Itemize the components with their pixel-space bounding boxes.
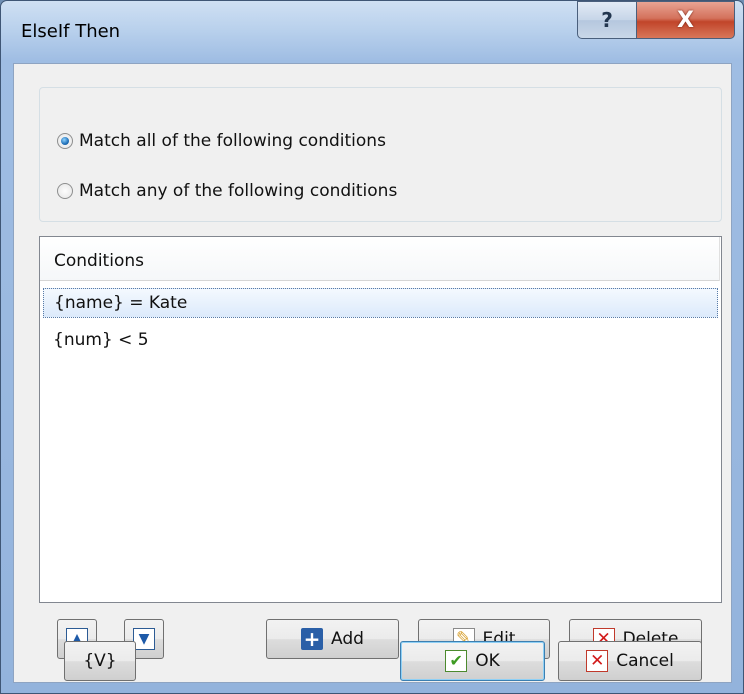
condition-text: {name} = Kate [54, 293, 188, 313]
arrow-down-icon: ▼ [133, 628, 155, 650]
title-bar[interactable]: ElseIf Then ? X [1, 1, 743, 63]
ok-label: OK [475, 651, 500, 671]
condition-row[interactable]: {num} < 5 [43, 326, 718, 356]
caption-buttons: ? X [577, 1, 735, 39]
column-divider[interactable] [719, 237, 720, 281]
add-button[interactable]: + Add [266, 619, 399, 659]
match-mode-group: Match all of the following conditions Ma… [39, 87, 722, 222]
match-all-option[interactable]: Match all of the following conditions [57, 131, 386, 151]
conditions-column-header[interactable]: Conditions [40, 237, 719, 281]
condition-row[interactable]: {name} = Kate [43, 288, 718, 318]
condition-text: {num} < 5 [53, 330, 149, 350]
cancel-label: Cancel [616, 651, 674, 671]
cancel-button[interactable]: ✕ Cancel [558, 641, 702, 681]
help-icon: ? [601, 8, 613, 32]
match-any-label[interactable]: Match any of the following conditions [79, 181, 397, 201]
match-any-option[interactable]: Match any of the following conditions [57, 181, 397, 201]
ok-button[interactable]: ✔ OK [400, 641, 545, 681]
cancel-icon: ✕ [586, 650, 609, 672]
conditions-list[interactable]: Conditions {name} = Kate {num} < 5 [39, 236, 722, 603]
conditions-header-label: Conditions [54, 251, 144, 271]
help-button[interactable]: ? [577, 1, 637, 39]
checkmark-icon: ✔ [445, 650, 468, 672]
match-any-radio[interactable] [57, 183, 73, 199]
window-title: ElseIf Then [21, 21, 121, 42]
close-icon: X [677, 7, 694, 33]
close-button[interactable]: X [637, 1, 735, 39]
plus-icon: + [301, 628, 324, 650]
add-label: Add [331, 629, 364, 649]
match-all-label[interactable]: Match all of the following conditions [79, 131, 386, 151]
dialog-body: Match all of the following conditions Ma… [13, 63, 732, 683]
dialog-window: ElseIf Then ? X Match all of the followi… [0, 0, 744, 694]
variables-button[interactable]: {V} [64, 641, 136, 681]
match-all-radio[interactable] [57, 133, 73, 149]
variables-label: {V} [83, 651, 117, 671]
